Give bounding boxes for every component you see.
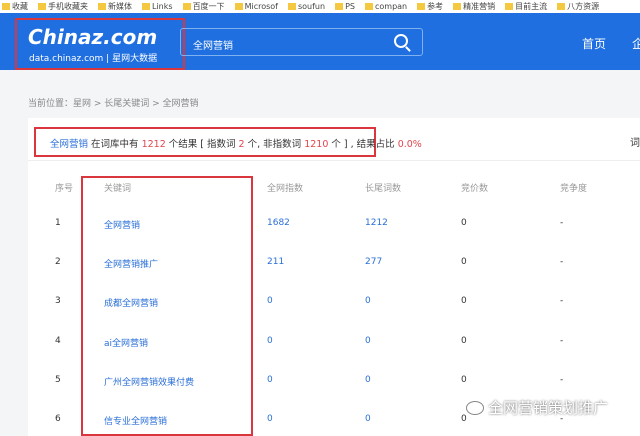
table-cell[interactable]: 0 — [267, 336, 273, 346]
breadcrumb: 当前位置：星网 > 长尾关键词 > 全网营销 — [28, 99, 199, 109]
table-cell: 2 — [55, 257, 61, 268]
table-cell: 0 — [461, 296, 467, 307]
table-cell[interactable]: 0 — [267, 296, 273, 306]
bookmark[interactable]: compan — [365, 0, 407, 13]
table-cell: 0 — [461, 335, 467, 346]
annotation-box — [81, 176, 253, 436]
table-cell[interactable]: 0 — [267, 414, 273, 424]
search-input[interactable]: 全网营销 — [180, 28, 423, 56]
table-cell: 0 — [461, 218, 467, 228]
table-cell: 3 — [55, 296, 61, 307]
site-header: Chinaz.com data.chinaz.com | 星网大数据 全网营销 首… — [0, 13, 640, 70]
table-cell[interactable]: 1682 — [267, 218, 290, 228]
bookmark[interactable]: 八方资源 — [557, 0, 599, 13]
table-cell: 6 — [55, 414, 61, 424]
bookmarks-bar: 收藏 手机收藏夹 新媒体 Links 百度一下 Microsof soufun PS compa… — [0, 0, 640, 13]
table-cell: 0 — [461, 374, 467, 385]
column-header: 竞价数 — [461, 184, 489, 194]
table-cell[interactable]: 0 — [365, 375, 371, 385]
table-cell: - — [560, 257, 564, 268]
result-summary: 全网营销 在词库中有 1212 个结果 [ 指数词 2 个, 非指数词 1210… — [34, 127, 422, 157]
table-cell: 5 — [55, 374, 61, 385]
column-header: 序号 — [55, 184, 74, 194]
watermark: 全网营销策划推广 — [466, 397, 608, 418]
bookmark[interactable]: soufun — [288, 0, 325, 13]
table-cell[interactable]: 0 — [365, 336, 371, 346]
logo[interactable]: Chinaz.com data.chinaz.com | 星网大数据 — [15, 18, 185, 70]
divider — [28, 160, 640, 161]
bookmark[interactable]: Links — [142, 0, 173, 13]
bookmark[interactable]: 目前主流 — [505, 0, 547, 13]
table-cell[interactable]: 0 — [267, 375, 273, 385]
bookmark[interactable]: 百度一下 — [183, 0, 225, 13]
bookmark[interactable]: PS — [335, 0, 355, 13]
bookmark[interactable]: 手机收藏夹 — [38, 0, 88, 13]
table-cell[interactable]: 1212 — [365, 218, 388, 228]
table-cell[interactable]: 0 — [365, 414, 371, 424]
table-cell: - — [560, 335, 564, 346]
search-icon[interactable] — [394, 34, 408, 48]
table-cell[interactable]: 277 — [365, 257, 382, 267]
bookmark[interactable]: Microsof — [235, 0, 278, 13]
nav-home[interactable]: 首页 — [582, 35, 606, 52]
table-cell: - — [560, 218, 564, 228]
bookmark[interactable]: 收藏 — [2, 0, 28, 13]
column-header: 长尾词数 — [365, 184, 402, 194]
column-header: 全网指数 — [267, 184, 304, 194]
table-cell: - — [560, 374, 564, 385]
table-cell: 1 — [55, 218, 61, 228]
bookmark[interactable]: 精准营销 — [453, 0, 495, 13]
wechat-icon — [466, 400, 484, 415]
table-cell: 4 — [55, 335, 61, 346]
table-cell[interactable]: 0 — [365, 296, 371, 306]
nav-item[interactable]: 企 — [632, 35, 640, 52]
table-cell[interactable]: 211 — [267, 257, 284, 267]
bookmark[interactable]: 参考 — [417, 0, 443, 13]
column-header: 竞争度 — [560, 184, 588, 194]
table-cell: 0 — [461, 257, 467, 268]
table-cell: - — [560, 296, 564, 307]
bookmark[interactable]: 新媒体 — [98, 0, 132, 13]
